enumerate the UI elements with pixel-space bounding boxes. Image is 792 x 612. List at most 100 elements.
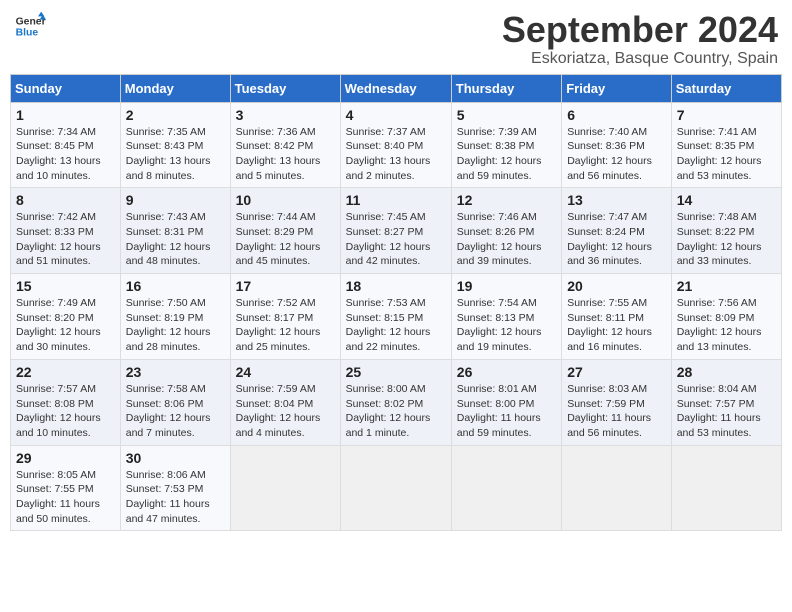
day-info: Sunrise: 7:53 AM Sunset: 8:15 PM Dayligh… <box>346 296 446 355</box>
day-number: 29 <box>16 450 115 466</box>
calendar-day-cell: 18 Sunrise: 7:53 AM Sunset: 8:15 PM Dayl… <box>340 274 451 360</box>
day-number: 7 <box>677 107 776 123</box>
day-info: Sunrise: 7:48 AM Sunset: 8:22 PM Dayligh… <box>677 210 776 269</box>
day-info: Sunrise: 7:36 AM Sunset: 8:42 PM Dayligh… <box>236 125 335 184</box>
logo-icon: General Blue <box>14 10 46 42</box>
day-info: Sunrise: 7:52 AM Sunset: 8:17 PM Dayligh… <box>236 296 335 355</box>
calendar-header-row: SundayMondayTuesdayWednesdayThursdayFrid… <box>11 74 782 102</box>
day-info: Sunrise: 7:35 AM Sunset: 8:43 PM Dayligh… <box>126 125 225 184</box>
day-info: Sunrise: 7:37 AM Sunset: 8:40 PM Dayligh… <box>346 125 446 184</box>
day-info: Sunrise: 8:01 AM Sunset: 8:00 PM Dayligh… <box>457 382 556 441</box>
calendar-day-cell: 2 Sunrise: 7:35 AM Sunset: 8:43 PM Dayli… <box>120 102 230 188</box>
calendar-day-cell: 19 Sunrise: 7:54 AM Sunset: 8:13 PM Dayl… <box>451 274 561 360</box>
day-number: 16 <box>126 278 225 294</box>
day-number: 27 <box>567 364 666 380</box>
calendar-day-cell: 9 Sunrise: 7:43 AM Sunset: 8:31 PM Dayli… <box>120 188 230 274</box>
day-number: 10 <box>236 192 335 208</box>
calendar-week-row: 29 Sunrise: 8:05 AM Sunset: 7:55 PM Dayl… <box>11 445 782 531</box>
day-info: Sunrise: 7:41 AM Sunset: 8:35 PM Dayligh… <box>677 125 776 184</box>
calendar-day-cell: 14 Sunrise: 7:48 AM Sunset: 8:22 PM Dayl… <box>671 188 781 274</box>
calendar-day-cell: 12 Sunrise: 7:46 AM Sunset: 8:26 PM Dayl… <box>451 188 561 274</box>
day-info: Sunrise: 8:03 AM Sunset: 7:59 PM Dayligh… <box>567 382 666 441</box>
calendar-day-cell: 15 Sunrise: 7:49 AM Sunset: 8:20 PM Dayl… <box>11 274 121 360</box>
calendar-day-cell: 17 Sunrise: 7:52 AM Sunset: 8:17 PM Dayl… <box>230 274 340 360</box>
day-info: Sunrise: 8:06 AM Sunset: 7:53 PM Dayligh… <box>126 468 225 527</box>
day-number: 2 <box>126 107 225 123</box>
day-number: 8 <box>16 192 115 208</box>
day-info: Sunrise: 7:47 AM Sunset: 8:24 PM Dayligh… <box>567 210 666 269</box>
day-number: 28 <box>677 364 776 380</box>
day-info: Sunrise: 7:59 AM Sunset: 8:04 PM Dayligh… <box>236 382 335 441</box>
day-info: Sunrise: 7:50 AM Sunset: 8:19 PM Dayligh… <box>126 296 225 355</box>
calendar-day-cell <box>451 445 561 531</box>
day-number: 30 <box>126 450 225 466</box>
day-info: Sunrise: 7:45 AM Sunset: 8:27 PM Dayligh… <box>346 210 446 269</box>
day-number: 11 <box>346 192 446 208</box>
day-info: Sunrise: 7:44 AM Sunset: 8:29 PM Dayligh… <box>236 210 335 269</box>
day-number: 17 <box>236 278 335 294</box>
calendar-day-cell: 25 Sunrise: 8:00 AM Sunset: 8:02 PM Dayl… <box>340 359 451 445</box>
calendar-week-row: 15 Sunrise: 7:49 AM Sunset: 8:20 PM Dayl… <box>11 274 782 360</box>
calendar-day-cell <box>230 445 340 531</box>
calendar-body: 1 Sunrise: 7:34 AM Sunset: 8:45 PM Dayli… <box>11 102 782 531</box>
day-info: Sunrise: 7:39 AM Sunset: 8:38 PM Dayligh… <box>457 125 556 184</box>
calendar-day-cell <box>340 445 451 531</box>
calendar-day-cell: 1 Sunrise: 7:34 AM Sunset: 8:45 PM Dayli… <box>11 102 121 188</box>
day-info: Sunrise: 7:49 AM Sunset: 8:20 PM Dayligh… <box>16 296 115 355</box>
day-number: 18 <box>346 278 446 294</box>
day-number: 3 <box>236 107 335 123</box>
day-info: Sunrise: 8:04 AM Sunset: 7:57 PM Dayligh… <box>677 382 776 441</box>
day-number: 25 <box>346 364 446 380</box>
calendar-day-cell: 20 Sunrise: 7:55 AM Sunset: 8:11 PM Dayl… <box>562 274 672 360</box>
calendar-day-header: Thursday <box>451 74 561 102</box>
calendar-day-cell: 6 Sunrise: 7:40 AM Sunset: 8:36 PM Dayli… <box>562 102 672 188</box>
day-number: 12 <box>457 192 556 208</box>
calendar-day-cell: 24 Sunrise: 7:59 AM Sunset: 8:04 PM Dayl… <box>230 359 340 445</box>
calendar-day-cell: 13 Sunrise: 7:47 AM Sunset: 8:24 PM Dayl… <box>562 188 672 274</box>
calendar-day-cell: 29 Sunrise: 8:05 AM Sunset: 7:55 PM Dayl… <box>11 445 121 531</box>
day-number: 20 <box>567 278 666 294</box>
calendar-day-cell: 26 Sunrise: 8:01 AM Sunset: 8:00 PM Dayl… <box>451 359 561 445</box>
calendar-day-cell: 28 Sunrise: 8:04 AM Sunset: 7:57 PM Dayl… <box>671 359 781 445</box>
title-block: September 2024 Eskoriatza, Basque Countr… <box>502 10 778 68</box>
calendar-day-cell: 11 Sunrise: 7:45 AM Sunset: 8:27 PM Dayl… <box>340 188 451 274</box>
calendar-day-cell: 23 Sunrise: 7:58 AM Sunset: 8:06 PM Dayl… <box>120 359 230 445</box>
day-number: 15 <box>16 278 115 294</box>
calendar-day-cell: 27 Sunrise: 8:03 AM Sunset: 7:59 PM Dayl… <box>562 359 672 445</box>
day-number: 26 <box>457 364 556 380</box>
calendar-table: SundayMondayTuesdayWednesdayThursdayFrid… <box>10 74 782 532</box>
day-info: Sunrise: 7:56 AM Sunset: 8:09 PM Dayligh… <box>677 296 776 355</box>
day-number: 23 <box>126 364 225 380</box>
calendar-day-cell <box>562 445 672 531</box>
day-number: 9 <box>126 192 225 208</box>
day-number: 5 <box>457 107 556 123</box>
day-info: Sunrise: 7:55 AM Sunset: 8:11 PM Dayligh… <box>567 296 666 355</box>
month-title: September 2024 <box>502 10 778 50</box>
day-info: Sunrise: 7:58 AM Sunset: 8:06 PM Dayligh… <box>126 382 225 441</box>
day-info: Sunrise: 7:54 AM Sunset: 8:13 PM Dayligh… <box>457 296 556 355</box>
calendar-day-header: Tuesday <box>230 74 340 102</box>
day-number: 4 <box>346 107 446 123</box>
calendar-day-cell: 16 Sunrise: 7:50 AM Sunset: 8:19 PM Dayl… <box>120 274 230 360</box>
day-number: 1 <box>16 107 115 123</box>
calendar-day-cell <box>671 445 781 531</box>
day-info: Sunrise: 8:05 AM Sunset: 7:55 PM Dayligh… <box>16 468 115 527</box>
logo: General Blue <box>14 10 46 42</box>
svg-text:Blue: Blue <box>16 28 39 39</box>
calendar-day-header: Saturday <box>671 74 781 102</box>
day-number: 6 <box>567 107 666 123</box>
day-number: 19 <box>457 278 556 294</box>
calendar-week-row: 1 Sunrise: 7:34 AM Sunset: 8:45 PM Dayli… <box>11 102 782 188</box>
calendar-day-header: Wednesday <box>340 74 451 102</box>
day-info: Sunrise: 7:57 AM Sunset: 8:08 PM Dayligh… <box>16 382 115 441</box>
page-header: General Blue September 2024 Eskoriatza, … <box>10 10 782 68</box>
calendar-week-row: 8 Sunrise: 7:42 AM Sunset: 8:33 PM Dayli… <box>11 188 782 274</box>
day-number: 13 <box>567 192 666 208</box>
day-number: 24 <box>236 364 335 380</box>
day-number: 14 <box>677 192 776 208</box>
day-info: Sunrise: 7:46 AM Sunset: 8:26 PM Dayligh… <box>457 210 556 269</box>
calendar-day-cell: 21 Sunrise: 7:56 AM Sunset: 8:09 PM Dayl… <box>671 274 781 360</box>
day-info: Sunrise: 7:40 AM Sunset: 8:36 PM Dayligh… <box>567 125 666 184</box>
day-number: 22 <box>16 364 115 380</box>
calendar-day-cell: 22 Sunrise: 7:57 AM Sunset: 8:08 PM Dayl… <box>11 359 121 445</box>
